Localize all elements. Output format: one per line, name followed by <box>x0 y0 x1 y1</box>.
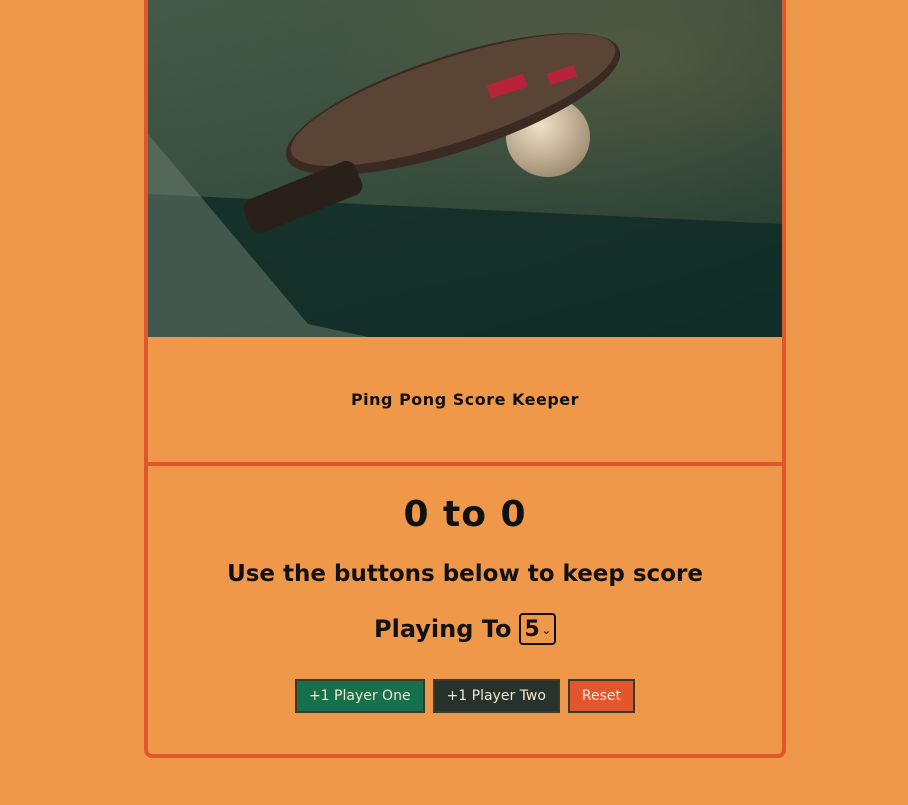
playing-to-label: Playing To <box>374 615 512 643</box>
chevron-down-icon: ⌄ <box>541 624 551 637</box>
player-two-button[interactable]: +1 Player Two <box>432 679 560 713</box>
reset-button[interactable]: Reset <box>567 679 636 713</box>
score-display: 0 to 0 <box>403 494 527 535</box>
playing-to-row: Playing To 5 ⌄ <box>148 613 782 645</box>
header-band: Ping Pong Score Keeper <box>148 337 782 466</box>
ping-pong-illustration <box>148 0 782 337</box>
app-title: Ping Pong Score Keeper <box>350 390 580 409</box>
score-area: 0 to 0 Use the buttons below to keep sco… <box>148 466 782 713</box>
player-one-button[interactable]: +1 Player One <box>294 679 425 713</box>
button-row: +1 Player One +1 Player Two Reset <box>148 679 782 713</box>
instructions-text: Use the buttons below to keep score <box>227 561 703 587</box>
score-keeper-card: Ping Pong Score Keeper 0 to 0 Use the bu… <box>144 0 786 758</box>
ping-pong-image <box>148 0 782 337</box>
playing-to-value: 5 <box>524 616 540 642</box>
playing-to-select[interactable]: 5 ⌄ <box>519 613 556 645</box>
